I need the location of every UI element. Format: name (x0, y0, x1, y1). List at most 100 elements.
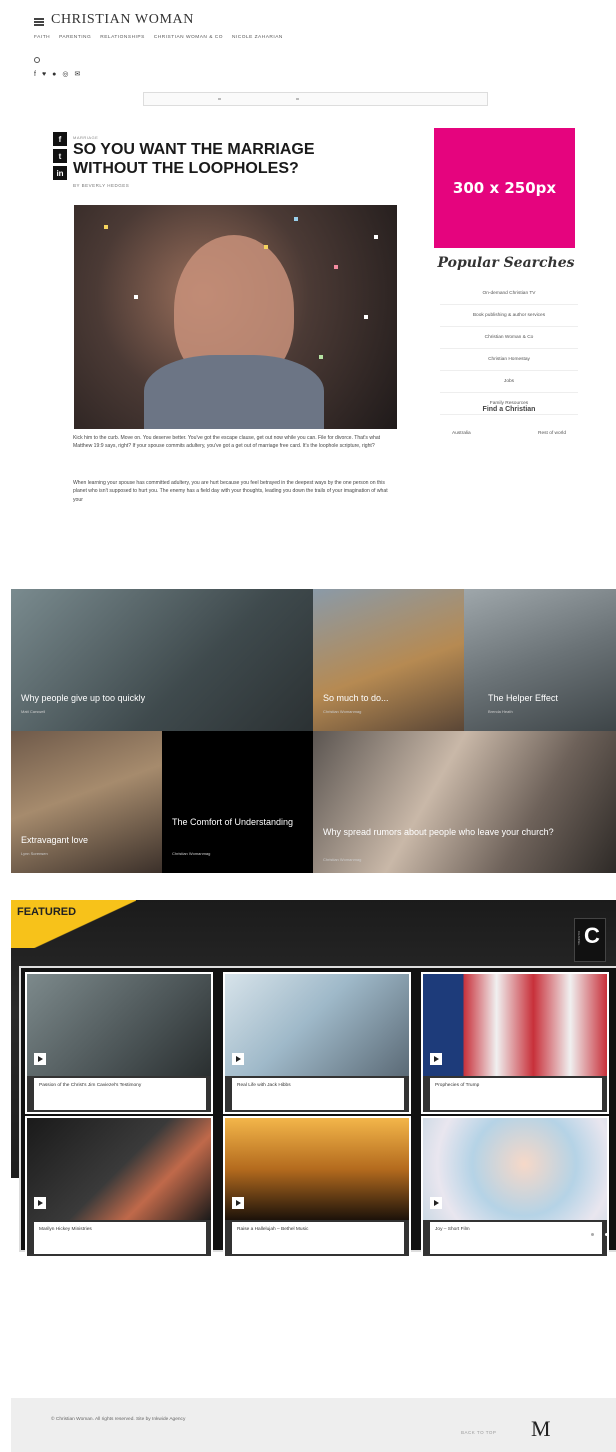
grid-tile-title[interactable]: So much to do... (323, 693, 389, 704)
featured-badge: FEATURED (11, 900, 136, 948)
video-title[interactable]: Raise a Hallelujah – Bethel Music (232, 1222, 404, 1254)
grid-tile-title[interactable]: The Comfort of Understanding (172, 817, 302, 828)
play-icon[interactable] (34, 1053, 46, 1065)
grid-tile-author: Christian Womanmag (172, 851, 211, 856)
facebook-icon[interactable]: f (34, 71, 36, 78)
nav-item-nicole-zaharian[interactable]: NICOLE ZAHARIAN (232, 35, 283, 40)
grid-tile-title[interactable]: Why people give up too quickly (21, 693, 145, 704)
video-card[interactable]: Real Life with Jack Hibbs (223, 972, 411, 1114)
popular-searches-title: Popular Searches (437, 255, 575, 271)
confetti (334, 265, 338, 269)
nav-item-faith[interactable]: FAITH (34, 35, 50, 40)
leaderboard-ad[interactable] (143, 92, 488, 106)
article-grid: Why people give up too quickly Matt Cars… (11, 589, 616, 873)
video-thumbnail (225, 974, 409, 1076)
video-title[interactable]: Prophecies of Trump (430, 1078, 602, 1110)
popular-search-link[interactable]: Jobs (440, 371, 578, 393)
popular-searches-list: On-demand Christian TV Book publishing &… (440, 283, 578, 415)
grid-tile[interactable]: The Comfort of Understanding Christian W… (162, 731, 313, 873)
grid-tile-title[interactable]: The Helper Effect (488, 693, 558, 704)
main-nav: FAITH PARENTING RELATIONSHIPS CHRISTIAN … (34, 35, 283, 40)
find-rest-of-world-link[interactable]: Rest of world (538, 431, 566, 436)
play-icon[interactable] (232, 1053, 244, 1065)
play-icon[interactable] (430, 1197, 442, 1209)
video-card[interactable]: Raise a Hallelujah – Bethel Music (223, 1116, 411, 1258)
grid-tile[interactable]: So much to do... Christian Womanmag (313, 589, 464, 731)
confetti (374, 235, 378, 239)
nav-item-parenting[interactable]: PARENTING (59, 35, 91, 40)
channel-letter: C (584, 923, 600, 948)
video-thumbnail (423, 1118, 607, 1220)
video-thumbnail (27, 1118, 211, 1220)
play-icon[interactable] (232, 1197, 244, 1209)
copyright-text: © Christian Woman. All rights reserved. … (51, 1417, 186, 1422)
carousel-dot[interactable] (598, 1233, 601, 1236)
nav-item-relationships[interactable]: RELATIONSHIPS (100, 35, 145, 40)
menu-icon[interactable] (34, 18, 44, 26)
find-a-christian-title: Find a Christian (482, 406, 536, 413)
brand[interactable]: CHRISTIAN WOMAN (34, 12, 194, 28)
grid-tile[interactable]: The Helper Effect Brenda Heath (464, 589, 616, 731)
share-facebook-button[interactable]: f (53, 132, 67, 146)
video-title[interactable]: Joy – Short Film (430, 1222, 602, 1254)
sidebar-ad[interactable]: 300 x 250px (434, 128, 575, 248)
play-icon[interactable] (430, 1053, 442, 1065)
confetti (294, 217, 298, 221)
article-byline[interactable]: BY BEVERLY HEDGES (73, 183, 129, 188)
back-to-top-link[interactable]: BACK TO TOP (461, 1430, 496, 1435)
grid-tile-author: Lynn Sorensen (21, 851, 48, 856)
video-title[interactable]: Passion of the Christ's Jim Caviezel's T… (34, 1078, 206, 1110)
popular-search-link[interactable]: On-demand Christian TV (440, 283, 578, 305)
instagram-icon[interactable]: ◎ (62, 71, 68, 78)
grid-tile-title[interactable]: Why spread rumors about people who leave… (323, 827, 603, 838)
video-card[interactable]: Prophecies of Trump (421, 972, 609, 1114)
video-title[interactable]: Marilyn Hickey Ministries (34, 1222, 206, 1254)
share-twitter-button[interactable]: t (53, 149, 67, 163)
carousel-pagination[interactable] (591, 1233, 616, 1236)
site-footer: © Christian Woman. All rights reserved. … (11, 1398, 616, 1452)
grid-tile[interactable]: Extravagant love Lynn Sorensen (11, 731, 162, 873)
grid-tile-author: Matt Carswell (21, 709, 46, 714)
ad-mark (218, 98, 221, 100)
confetti (104, 225, 108, 229)
search-icon[interactable] (34, 57, 40, 63)
channel-logo[interactable]: CHANNEL C (574, 918, 606, 962)
grid-tile-author: Brenda Heath (488, 709, 513, 714)
article-paragraph: When learning your spouse has committed … (73, 480, 388, 503)
article-paragraph: Kick him to the curb. Move on. You deser… (73, 435, 381, 450)
carousel-dot[interactable] (591, 1233, 594, 1236)
share-linkedin-button[interactable]: in (53, 166, 67, 180)
social-links: f ♥ ● ◎ ✉ (34, 71, 80, 78)
grid-tile[interactable]: Why spread rumors about people who leave… (313, 731, 616, 873)
video-card[interactable]: Joy – Short Film (421, 1116, 609, 1258)
featured-section: FEATURED CHANNEL C Passion of the Christ… (11, 900, 616, 1258)
video-card[interactable]: Marilyn Hickey Ministries (25, 1116, 213, 1258)
confetti (134, 295, 138, 299)
share-buttons: f t in (53, 132, 67, 180)
grid-tile[interactable]: Why people give up too quickly Matt Cars… (11, 589, 313, 731)
video-thumbnail (27, 974, 211, 1076)
video-thumbnail (423, 974, 607, 1076)
video-thumbnail (225, 1118, 409, 1220)
channel-word: CHANNEL (577, 931, 581, 946)
featured-label: FEATURED (17, 906, 77, 918)
video-title[interactable]: Real Life with Jack Hibbs (232, 1078, 404, 1110)
popular-search-link[interactable]: Christian Homestay (440, 349, 578, 371)
article-title: SO YOU WANT THE MARRIAGE WITHOUT THE LOO… (73, 141, 315, 177)
nav-item-christian-woman-co[interactable]: CHRISTIAN WOMAN & CO (154, 35, 223, 40)
pinterest-icon[interactable]: ● (52, 71, 56, 78)
popular-search-link[interactable]: Christian Woman & Co (440, 327, 578, 349)
email-icon[interactable]: ✉ (74, 71, 80, 78)
popular-search-link[interactable]: Book publishing & author services (440, 305, 578, 327)
find-australia-link[interactable]: Australia (452, 431, 471, 436)
footer-logo[interactable]: M (531, 1416, 551, 1442)
carousel-dot[interactable] (605, 1233, 608, 1236)
play-icon[interactable] (34, 1197, 46, 1209)
ad-mark (296, 98, 299, 100)
twitter-icon[interactable]: ♥ (42, 71, 46, 78)
video-card[interactable]: Passion of the Christ's Jim Caviezel's T… (25, 972, 213, 1114)
grid-tile-author: Christian Womanmag (323, 709, 362, 714)
confetti (364, 315, 368, 319)
brand-name[interactable]: CHRISTIAN WOMAN (51, 12, 194, 28)
grid-tile-title[interactable]: Extravagant love (21, 835, 88, 846)
